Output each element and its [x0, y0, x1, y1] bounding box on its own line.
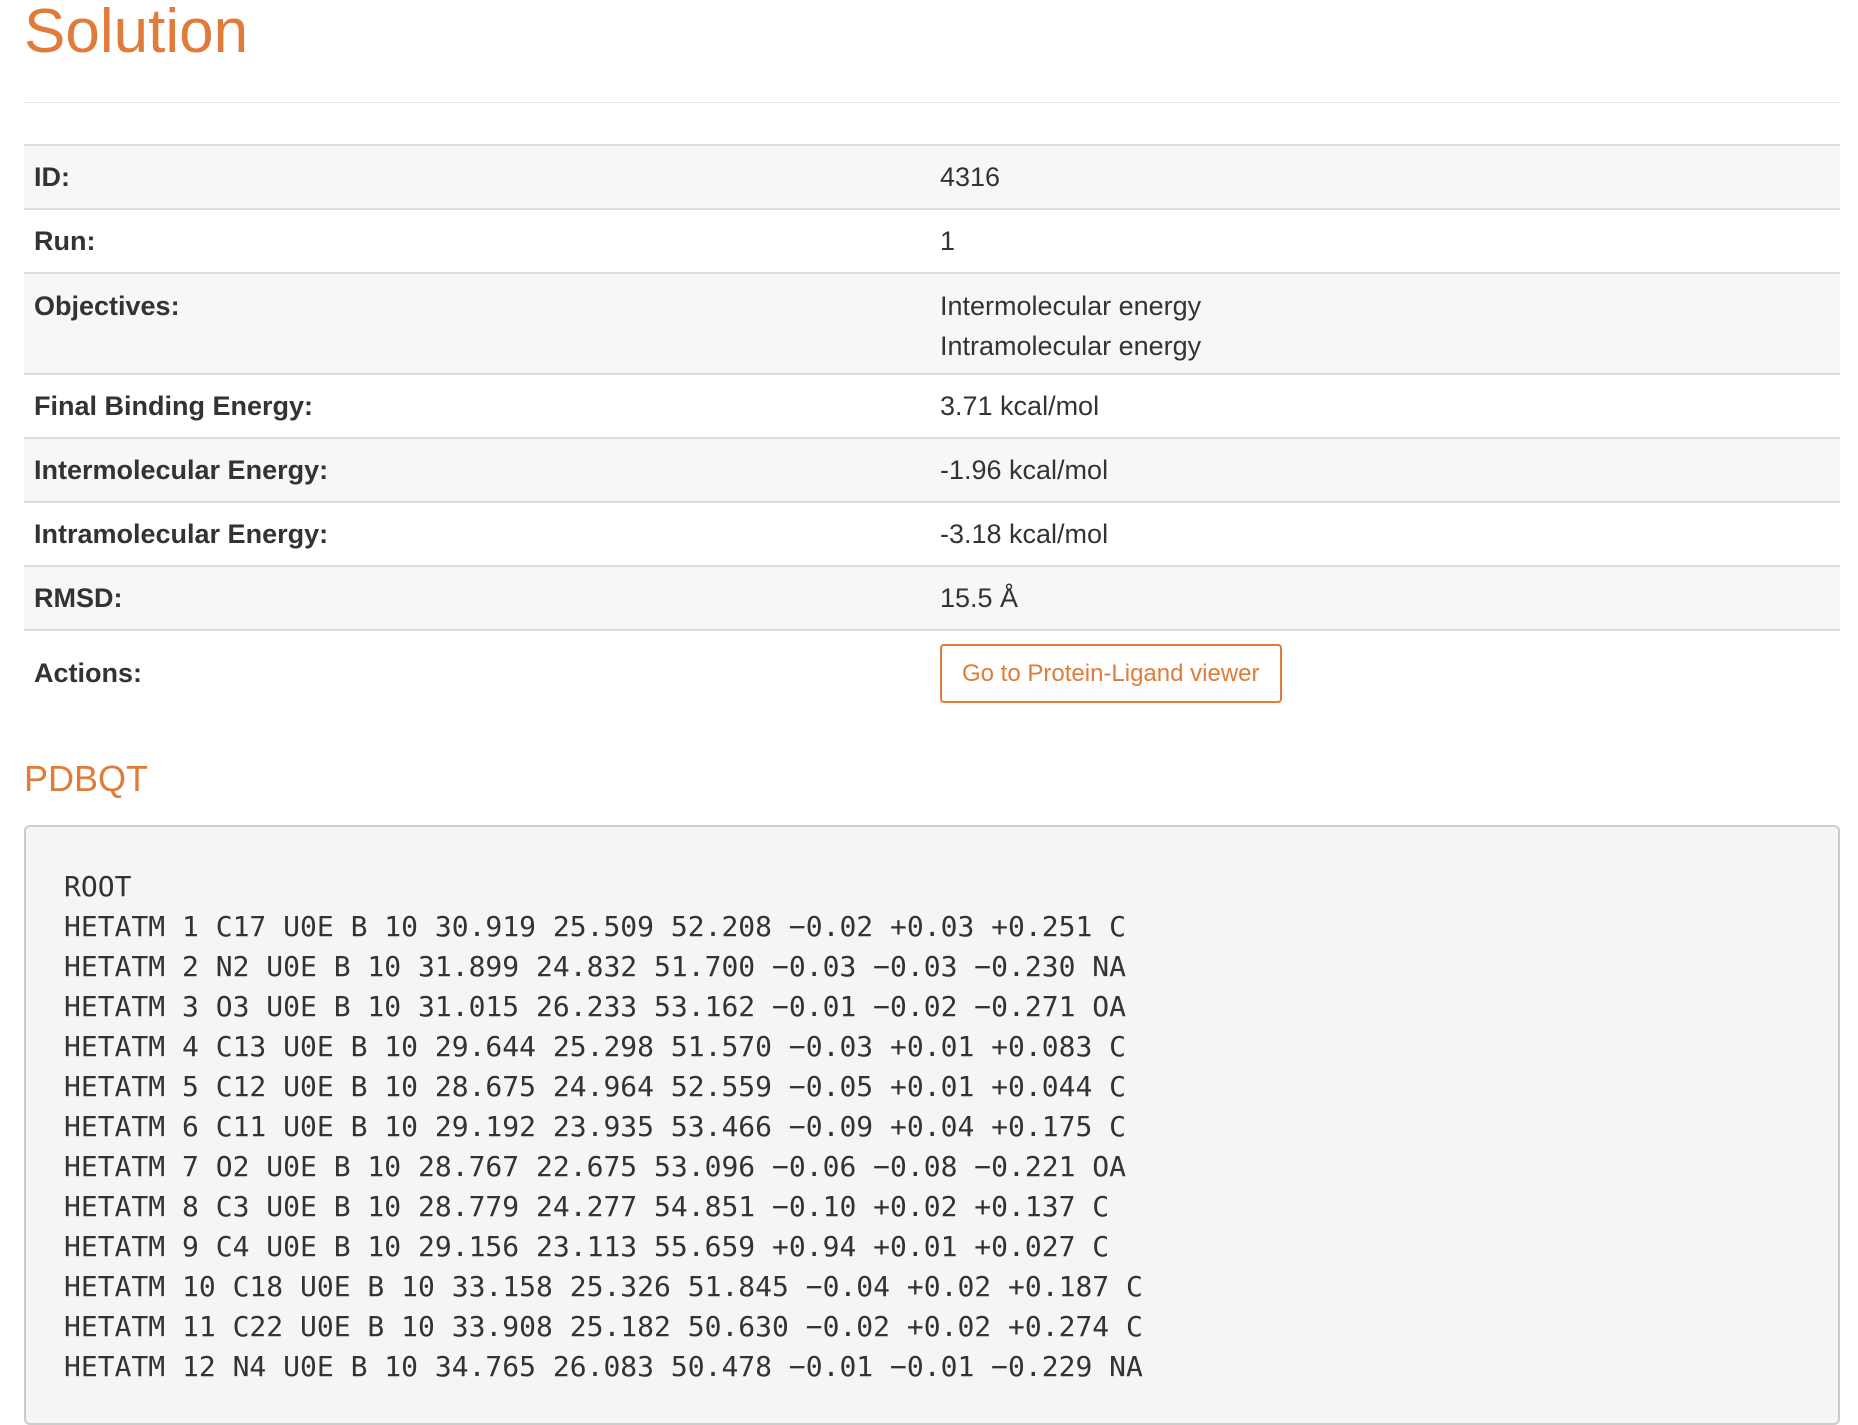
- actions-label: Actions:: [24, 629, 930, 715]
- detail-row-actions: Actions: Go to Protein-Ligand viewer: [24, 629, 1840, 715]
- page-title: Solution: [24, 0, 249, 66]
- detail-row-final-binding-energy: Final Binding Energy: 3.71 kcal/mol: [24, 373, 1840, 438]
- objectives-label: Objectives:: [24, 272, 930, 374]
- pdbqt-line: HETATM 12 N4 U0E B 10 34.765 26.083 50.4…: [64, 1350, 1143, 1383]
- run-value: 1: [930, 208, 1840, 273]
- pdbqt-line: HETATM 6 C11 U0E B 10 29.192 23.935 53.4…: [64, 1110, 1127, 1143]
- pdbqt-line: HETATM 10 C18 U0E B 10 33.158 25.326 51.…: [64, 1270, 1143, 1303]
- intramolecular-energy-value: -3.18 kcal/mol: [930, 501, 1840, 566]
- pdbqt-line: HETATM 1 C17 U0E B 10 30.919 25.509 52.2…: [64, 910, 1127, 943]
- pdbqt-heading: PDBQT: [24, 758, 149, 799]
- pdbqt-line: HETATM 3 O3 U0E B 10 31.015 26.233 53.16…: [64, 990, 1127, 1023]
- objective-item: Intermolecular energy: [940, 291, 1202, 321]
- detail-row-rmsd: RMSD: 15.5 Å: [24, 565, 1840, 630]
- intermolecular-energy-label: Intermolecular Energy:: [24, 437, 930, 502]
- intermolecular-energy-value: -1.96 kcal/mol: [930, 437, 1840, 502]
- detail-row-intermolecular-energy: Intermolecular Energy: -1.96 kcal/mol: [24, 437, 1840, 502]
- final-binding-energy-label: Final Binding Energy:: [24, 373, 930, 438]
- detail-row-run: Run: 1: [24, 208, 1840, 273]
- pdbqt-line: HETATM 9 C4 U0E B 10 29.156 23.113 55.65…: [64, 1230, 1110, 1263]
- final-binding-energy-value: 3.71 kcal/mol: [930, 373, 1840, 438]
- pdbqt-line: HETATM 5 C12 U0E B 10 28.675 24.964 52.5…: [64, 1070, 1127, 1103]
- protein-ligand-viewer-button[interactable]: Go to Protein-Ligand viewer: [940, 643, 1282, 703]
- pdbqt-line: HETATM 7 O2 U0E B 10 28.767 22.675 53.09…: [64, 1150, 1127, 1183]
- id-label: ID:: [24, 144, 930, 209]
- intramolecular-energy-label: Intramolecular Energy:: [24, 501, 930, 566]
- pdbqt-code-block[interactable]: ROOT HETATM 1 C17 U0E B 10 30.919 25.509 …: [24, 825, 1840, 1425]
- detail-row-intramolecular-energy: Intramolecular Energy: -3.18 kcal/mol: [24, 501, 1840, 566]
- actions-cell: Go to Protein-Ligand viewer: [930, 629, 1840, 715]
- id-value: 4316: [930, 144, 1840, 209]
- rmsd-value: 15.5 Å: [930, 565, 1840, 630]
- solution-details-table: ID: 4316 Run: 1 Objectives: Intermolecul…: [24, 144, 1840, 715]
- solution-page: Solution ID: 4316 Run: 1 Objectives: Int…: [24, 0, 1840, 1425]
- pdbqt-line: ROOT: [64, 870, 132, 903]
- detail-row-objectives: Objectives: Intermolecular energy Intram…: [24, 272, 1840, 374]
- pdbqt-line: HETATM 11 C22 U0E B 10 33.908 25.182 50.…: [64, 1310, 1143, 1343]
- pdbqt-line: HETATM 8 C3 U0E B 10 28.779 24.277 54.85…: [64, 1190, 1110, 1223]
- pdbqt-line: HETATM 4 C13 U0E B 10 29.644 25.298 51.5…: [64, 1030, 1127, 1063]
- run-label: Run:: [24, 208, 930, 273]
- objective-item: Intramolecular energy: [940, 331, 1202, 361]
- detail-row-id: ID: 4316: [24, 144, 1840, 209]
- rmsd-label: RMSD:: [24, 565, 930, 630]
- title-divider: [24, 102, 1840, 103]
- objectives-values: Intermolecular energy Intramolecular ene…: [930, 272, 1840, 374]
- pdbqt-line: HETATM 2 N2 U0E B 10 31.899 24.832 51.70…: [64, 950, 1127, 983]
